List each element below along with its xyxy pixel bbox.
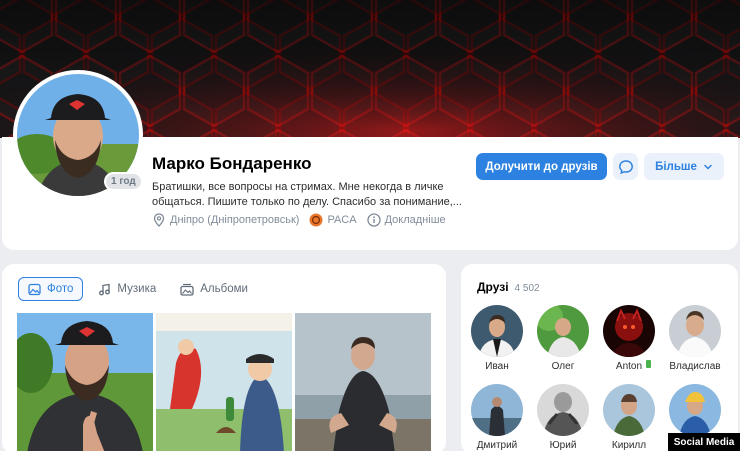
watermark: Social Media xyxy=(668,433,740,451)
message-button[interactable] xyxy=(613,153,638,180)
friend-item[interactable]: Владислав xyxy=(663,305,727,372)
city-label: Дніпро (Дніпропетровськ) xyxy=(170,214,300,226)
photo-thumbnail[interactable] xyxy=(295,313,431,451)
friend-item[interactable]: Дмитрий xyxy=(465,384,529,451)
profile-meta: Дніпро (Дніпропетровськ) PACA Докладніше xyxy=(152,213,446,227)
friend-name: Юрий xyxy=(549,440,577,451)
friend-item[interactable]: Anton xyxy=(597,305,661,372)
more-label: Більше xyxy=(655,160,697,173)
more-button[interactable]: Більше xyxy=(644,153,724,180)
profile-name: Марко Бондаренко xyxy=(152,154,312,173)
avatar xyxy=(669,384,721,436)
community-label: PACA xyxy=(327,214,357,226)
avatar xyxy=(537,305,589,357)
tab-photos[interactable]: Фото xyxy=(18,277,84,301)
message-icon xyxy=(618,159,633,174)
profile-status: Братишки, все вопросы на стримах. Мне не… xyxy=(152,181,462,208)
tab-albums[interactable]: Альбоми xyxy=(171,277,257,301)
friend-name: Олег xyxy=(551,361,575,372)
friend-name: Дмитрий xyxy=(476,440,518,451)
friend-name: Иван xyxy=(485,361,509,372)
photo-grid xyxy=(17,313,431,451)
photo-thumbnail[interactable] xyxy=(17,313,153,451)
details-link[interactable]: Докладніше xyxy=(366,213,446,227)
avatar xyxy=(537,384,589,436)
friends-count: 4 502 xyxy=(514,283,540,294)
avatar xyxy=(471,384,523,436)
chevron-down-icon xyxy=(704,164,712,170)
info-icon xyxy=(366,213,381,227)
avatar xyxy=(603,384,655,436)
avatar xyxy=(603,305,655,357)
friend-item[interactable]: Юрий xyxy=(531,384,595,451)
albums-icon xyxy=(180,283,194,296)
location-pin-icon xyxy=(153,213,165,227)
tab-photos-label: Фото xyxy=(47,283,74,295)
online-mobile-icon xyxy=(644,358,653,370)
details-label: Докладніше xyxy=(384,214,446,226)
city-info[interactable]: Дніпро (Дніпропетровськ) xyxy=(152,213,299,227)
tab-music[interactable]: Музика xyxy=(89,277,165,301)
friend-item[interactable]: Олег xyxy=(531,305,595,372)
add-friend-button[interactable]: Долучити до друзів xyxy=(476,153,607,180)
community-logo-icon xyxy=(309,213,323,227)
friend-item[interactable]: Кирилл xyxy=(597,384,661,451)
community-info[interactable]: PACA xyxy=(309,213,357,227)
media-card: Фото Музика Альбоми xyxy=(2,264,446,451)
last-seen-badge: 1 год xyxy=(104,172,143,191)
friends-header[interactable]: Друзі 4 502 xyxy=(477,280,540,294)
avatar xyxy=(471,305,523,357)
photo-icon xyxy=(28,283,41,295)
avatar xyxy=(669,305,721,357)
friend-item[interactable] xyxy=(663,384,727,440)
friend-item[interactable]: Иван xyxy=(465,305,529,372)
friends-card: Друзі 4 502 Иван Олег Anton Владислав Дм… xyxy=(461,264,738,451)
tab-albums-label: Альбоми xyxy=(200,283,248,295)
friend-name: Владислав xyxy=(669,361,721,372)
friend-name: Кирилл xyxy=(611,440,647,451)
photo-thumbnail[interactable] xyxy=(156,313,292,451)
music-note-icon xyxy=(99,283,111,295)
media-tabs: Фото Музика Альбоми xyxy=(18,277,257,301)
friends-title: Друзі xyxy=(477,280,509,294)
tab-music-label: Музика xyxy=(117,283,157,295)
